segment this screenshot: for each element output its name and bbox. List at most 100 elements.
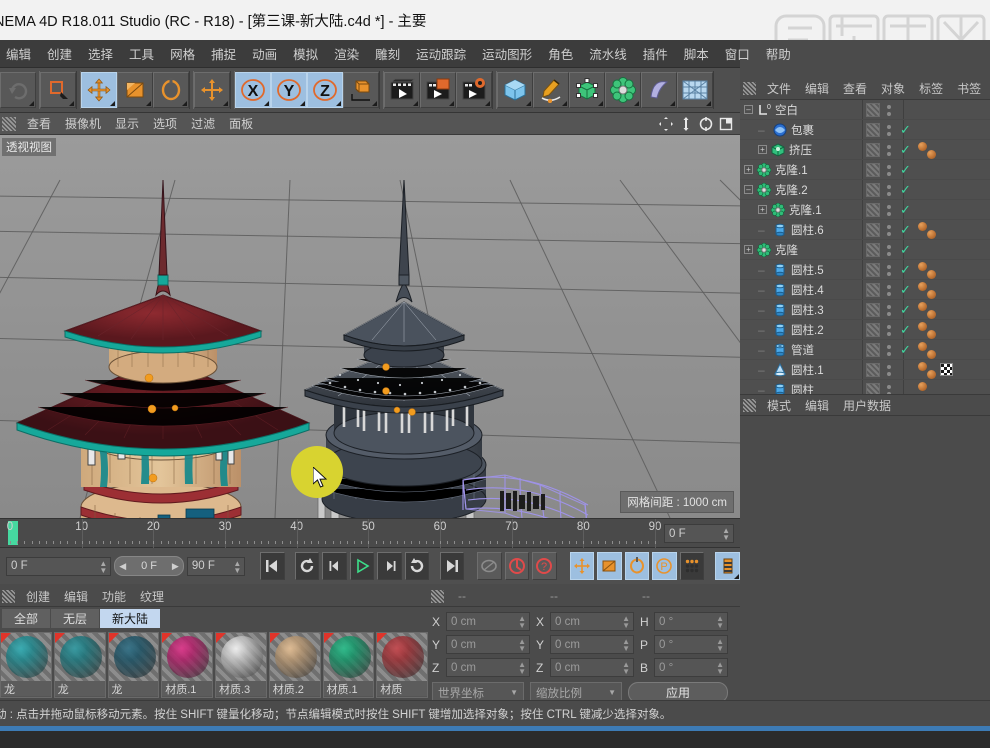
object-visibility-tag[interactable] <box>866 243 880 257</box>
object-material-tag[interactable] <box>927 310 936 319</box>
coord-size-z-input[interactable]: 0 cm ▲ ▼ <box>550 658 634 677</box>
scene-object-button[interactable] <box>641 72 677 108</box>
object-material-tag[interactable] <box>918 142 927 151</box>
object-visibility-tag[interactable] <box>866 383 880 394</box>
material-cell[interactable]: 材质.1 <box>161 632 213 698</box>
object-row[interactable]: + 挤压 ✓ <box>740 140 990 160</box>
spinner-icon[interactable]: ▲ ▼ <box>233 559 241 574</box>
object-enabled-check-icon[interactable]: ✓ <box>900 123 911 136</box>
material-preview[interactable] <box>162 633 212 681</box>
step-forward-button[interactable] <box>377 552 402 580</box>
object-material-tag[interactable] <box>927 290 936 299</box>
object-visibility-tag[interactable] <box>866 103 880 117</box>
cube-primitive-button[interactable] <box>497 72 533 108</box>
visibility-dots-icon[interactable] <box>886 244 892 257</box>
material-preview[interactable] <box>269 633 320 681</box>
timeline-layout-button[interactable] <box>715 552 740 580</box>
object-manager-grip-handle[interactable] <box>743 82 756 95</box>
scale-tool-button[interactable] <box>117 72 153 108</box>
material-cell[interactable]: 龙 <box>53 632 106 698</box>
coord-pos-z-input[interactable]: 0 cm ▲ ▼ <box>446 658 530 677</box>
visibility-dots-icon[interactable] <box>886 264 892 277</box>
object-enabled-check-icon[interactable]: ✓ <box>900 283 911 296</box>
end-frame-input[interactable]: 90 F ▲ ▼ <box>186 556 246 576</box>
material-manager-grip-handle[interactable] <box>2 589 15 603</box>
object-row[interactable]: – 包裹 ✓ <box>740 120 990 140</box>
move-tool-button[interactable] <box>81 72 117 108</box>
object-row[interactable]: – 圆柱.2 ✓ <box>740 320 990 340</box>
material-layer-tab-1[interactable]: 无层 <box>51 608 100 628</box>
object-row[interactable]: – 圆柱 <box>740 380 990 394</box>
object-visibility-tag[interactable] <box>866 183 880 197</box>
object-material-tag[interactable] <box>927 350 936 359</box>
object-menu-file[interactable]: 文件 <box>760 78 798 99</box>
record-scale-button[interactable] <box>597 552 622 580</box>
go-to-start-button[interactable] <box>259 552 285 580</box>
menu-item-16[interactable]: 窗口 <box>717 41 758 66</box>
material-cell[interactable]: 龙 <box>107 632 160 698</box>
object-manager-tree[interactable]: –0 空白 – 包裹 ✓ + 挤压 ✓ + 克隆.1 ✓ – 克隆.2 ✓ + 克隆.1 ✓ – 圆柱.6 ✓ + 克隆 ✓… <box>740 100 990 394</box>
menu-item-1[interactable]: 创建 <box>39 41 80 66</box>
object-enabled-check-icon[interactable]: ✓ <box>900 203 911 216</box>
visibility-dots-icon[interactable] <box>886 144 892 157</box>
object-enabled-check-icon[interactable]: ✓ <box>900 223 911 236</box>
material-preview[interactable] <box>54 633 105 681</box>
viewport-menu-view[interactable]: 查看 <box>20 113 58 134</box>
object-visibility-tag[interactable] <box>866 343 880 357</box>
step-back-button[interactable] <box>322 552 347 580</box>
material-preview[interactable] <box>323 633 374 681</box>
object-row[interactable]: – 圆柱.3 ✓ <box>740 300 990 320</box>
menu-item-15[interactable]: 脚本 <box>676 41 717 66</box>
visibility-dots-icon[interactable] <box>886 164 892 177</box>
object-visibility-tag[interactable] <box>866 143 880 157</box>
material-preview[interactable] <box>216 633 266 681</box>
object-row[interactable]: – 圆柱.5 ✓ <box>740 260 990 280</box>
coord-pos-y-input[interactable]: 0 cm ▲ ▼ <box>446 635 530 654</box>
object-material-tag[interactable] <box>918 222 927 231</box>
spinner-icon[interactable]: ▲ ▼ <box>722 527 730 542</box>
menu-item-11[interactable]: 运动图形 <box>474 41 540 66</box>
viewport-menu-filter[interactable]: 过滤 <box>184 113 222 134</box>
tree-expander-icon[interactable]: + <box>744 165 753 174</box>
menu-item-9[interactable]: 雕刻 <box>367 41 408 66</box>
material-preview[interactable] <box>108 633 159 681</box>
keyframe-selection-button[interactable]: ? <box>532 552 557 580</box>
object-material-tag[interactable] <box>918 262 927 271</box>
object-row[interactable]: – 圆柱.1 <box>740 360 990 380</box>
object-visibility-tag[interactable] <box>866 283 880 297</box>
material-menu-edit[interactable]: 编辑 <box>57 586 95 607</box>
visibility-dots-icon[interactable] <box>886 224 892 237</box>
object-material-tag[interactable] <box>927 230 936 239</box>
tree-expander-icon[interactable]: + <box>758 205 767 214</box>
viewport-menu-options[interactable]: 选项 <box>146 113 184 134</box>
axis-z-button[interactable]: Z <box>307 72 343 108</box>
record-rotation-button[interactable] <box>624 552 650 580</box>
material-cell[interactable]: 材质.3 <box>215 632 267 698</box>
attribute-menu-userdata[interactable]: 用户数据 <box>836 395 898 416</box>
object-visibility-tag[interactable] <box>866 303 880 317</box>
attribute-manager-grip-handle[interactable] <box>743 398 756 412</box>
chevron-down-icon[interactable]: ▼ <box>608 688 616 697</box>
object-texture-tag[interactable] <box>940 363 953 376</box>
object-material-tag[interactable] <box>927 150 936 159</box>
menu-item-5[interactable]: 捕捉 <box>203 41 244 66</box>
menu-item-13[interactable]: 流水线 <box>581 41 635 66</box>
object-menu-tag[interactable]: 标签 <box>912 78 950 99</box>
object-enabled-check-icon[interactable]: ✓ <box>900 323 911 336</box>
next-keyframe-button[interactable] <box>404 552 430 580</box>
menu-item-2[interactable]: 选择 <box>80 41 121 66</box>
current-frame-input[interactable]: 0 F ▲ ▼ <box>6 556 112 576</box>
material-preview[interactable] <box>377 633 427 681</box>
generator-nurbs-button[interactable] <box>569 72 605 108</box>
material-preview[interactable] <box>1 633 51 681</box>
object-visibility-tag[interactable] <box>866 123 880 137</box>
object-visibility-tag[interactable] <box>866 363 880 377</box>
object-visibility-tag[interactable] <box>866 323 880 337</box>
render-settings-button[interactable] <box>456 72 492 108</box>
visibility-dots-icon[interactable] <box>886 384 892 394</box>
preview-range-slider[interactable]: ◀ 0 F ▶ <box>114 556 184 576</box>
material-cell[interactable]: 材质 <box>376 632 428 698</box>
viewport-grip-handle[interactable] <box>2 116 16 131</box>
tree-expander-icon[interactable]: + <box>744 245 753 254</box>
material-menu-texture[interactable]: 纹理 <box>133 586 171 607</box>
